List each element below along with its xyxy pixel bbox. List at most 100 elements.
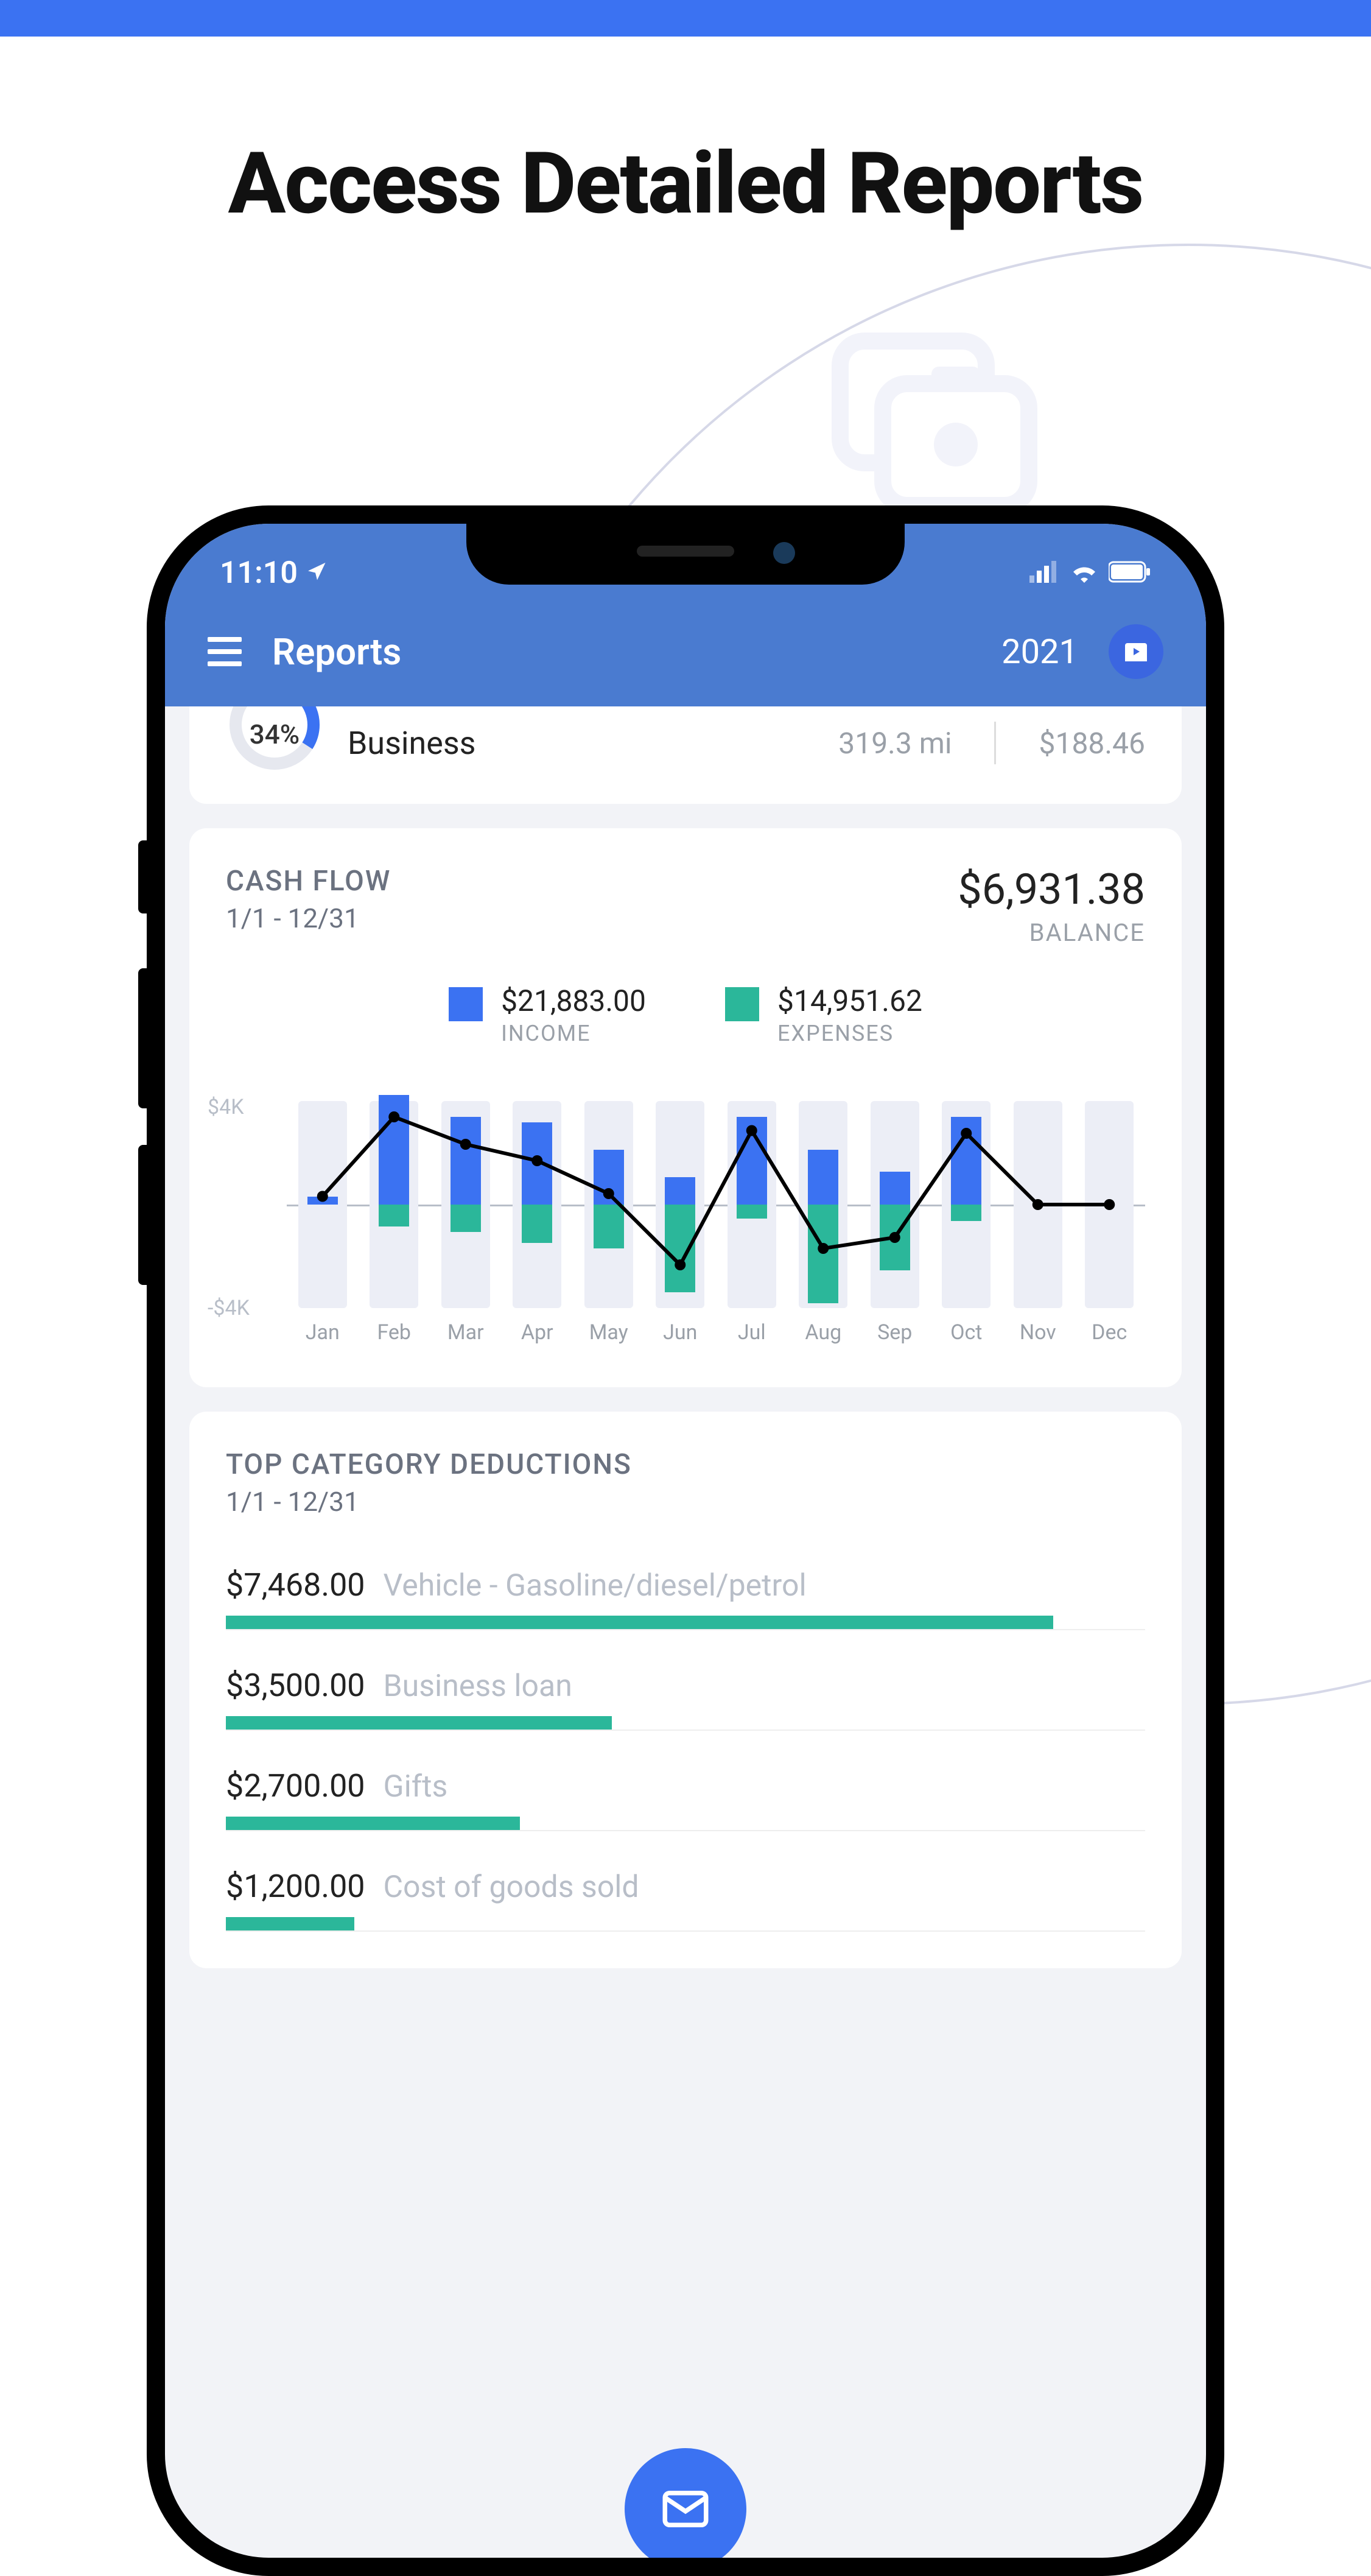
expenses-label: EXPENSES [777,1021,922,1046]
business-miles: 319.3 mi [838,726,952,761]
income-bar [594,1150,624,1205]
income-bar [737,1117,767,1205]
deduction-bar [226,1716,612,1730]
chart-month: Apr [502,1095,573,1314]
income-bar [951,1117,981,1205]
chart-month: May [573,1095,645,1314]
deduction-row[interactable]: $2,700.00 Gifts [226,1767,1145,1831]
income-bar [451,1117,481,1205]
expense-bar [451,1205,481,1232]
income-bar [379,1095,409,1205]
video-tutorial-button[interactable] [1109,624,1163,679]
deduction-category: Business loan [384,1669,572,1704]
deductions-card[interactable]: TOP CATEGORY DEDUCTIONS 1/1 - 12/31 $7,4… [189,1412,1182,1968]
expense-bar [737,1205,767,1219]
deduction-bar [226,1817,520,1830]
expense-bar [594,1205,624,1248]
axis-bottom: -$4K [208,1296,250,1320]
chart-month: Oct [931,1095,1003,1314]
income-bar [880,1172,910,1205]
month-label: Oct [950,1320,982,1345]
cashflow-balance-value: $6,931.38 [958,865,1145,915]
chart-month: Sep [859,1095,931,1314]
business-amount: $188.46 [1039,726,1145,761]
phone-volume-down [138,1145,147,1285]
deduction-category: Vehicle - Gasoline/diesel/petrol [384,1568,807,1603]
mail-icon [658,2482,713,2536]
deduction-amount: $3,500.00 [226,1667,365,1704]
income-bar [808,1150,838,1205]
app-header: Reports 2021 [165,597,1206,706]
cashflow-title: CASH FLOW [226,865,391,898]
year-selector[interactable]: 2021 [1001,632,1078,672]
divider [994,722,996,764]
business-percent: 34% [226,719,323,750]
month-label: Dec [1092,1320,1127,1345]
month-label: Jan [306,1320,340,1345]
legend-expenses: $14,951.62 EXPENSES [725,984,922,1046]
expense-bar [379,1205,409,1226]
deduction-amount: $1,200.00 [226,1868,365,1905]
business-label: Business [348,725,476,762]
month-label: Mar [447,1320,484,1345]
income-value: $21,883.00 [501,984,646,1018]
expenses-swatch [725,987,759,1021]
deduction-amount: $7,468.00 [226,1566,365,1603]
chart-month: Jun [645,1095,717,1314]
expense-bar [951,1205,981,1221]
deductions-title: TOP CATEGORY DEDUCTIONS [226,1448,1145,1481]
expense-bar [665,1205,695,1292]
deduction-row[interactable]: $7,468.00 Vehicle - Gasoline/diesel/petro… [226,1566,1145,1630]
month-label: Jul [738,1320,766,1345]
deductions-range: 1/1 - 12/31 [226,1486,1145,1518]
income-bar [522,1122,552,1205]
chart-month: Aug [788,1095,860,1314]
income-swatch [449,987,483,1021]
deduction-bar [226,1616,1053,1629]
income-bar [665,1177,695,1205]
income-label: INCOME [501,1021,646,1046]
chart-month: Feb [359,1095,430,1314]
page-title: Access Detailed Reports [0,134,1371,234]
income-bar [307,1197,338,1205]
cashflow-range: 1/1 - 12/31 [226,903,391,934]
chart-month: Jan [287,1095,359,1314]
cashflow-card[interactable]: CASH FLOW 1/1 - 12/31 $6,931.38 BALANCE … [189,828,1182,1387]
chart-month: Mar [430,1095,502,1314]
phone-notch [466,524,905,585]
expense-bar [880,1205,910,1270]
phone-side-button [138,840,147,913]
top-accent-bar [0,0,1371,37]
expense-bar [808,1205,838,1303]
wifi-icon [1070,555,1099,591]
signal-icon [1029,555,1060,591]
phone-screen: 11:10 [165,524,1206,2558]
month-label: Feb [377,1320,411,1345]
business-summary-row[interactable]: 34% Business 319.3 mi $188.46 [189,706,1182,804]
menu-icon[interactable] [208,637,242,666]
cashflow-balance-label: BALANCE [958,918,1145,947]
deduction-row[interactable]: $1,200.00 Cost of goods sold [226,1868,1145,1932]
axis-top: $4K [208,1095,244,1119]
deduction-category: Cost of goods sold [384,1870,639,1905]
month-label: Nov [1020,1320,1056,1345]
chart-month: Dec [1074,1095,1146,1314]
deduction-bar [226,1917,354,1930]
legend-income: $21,883.00 INCOME [449,984,646,1046]
month-label: Jun [663,1320,697,1345]
deduction-category: Gifts [384,1769,448,1804]
deduction-amount: $2,700.00 [226,1767,365,1804]
status-time: 11:10 [220,555,298,591]
month-label: Aug [805,1320,841,1345]
phone-frame: 11:10 [147,505,1224,2576]
phone-volume-up [138,968,147,1108]
expenses-value: $14,951.62 [777,984,922,1018]
month-label: May [589,1320,628,1345]
deduction-row[interactable]: $3,500.00 Business loan [226,1667,1145,1731]
expense-bar [522,1205,552,1243]
email-fab-button[interactable] [625,2448,746,2558]
business-percent-donut: 34% [226,706,323,779]
camera-stack-icon [828,329,1047,526]
battery-icon [1109,555,1151,591]
chart-month: Nov [1002,1095,1074,1314]
